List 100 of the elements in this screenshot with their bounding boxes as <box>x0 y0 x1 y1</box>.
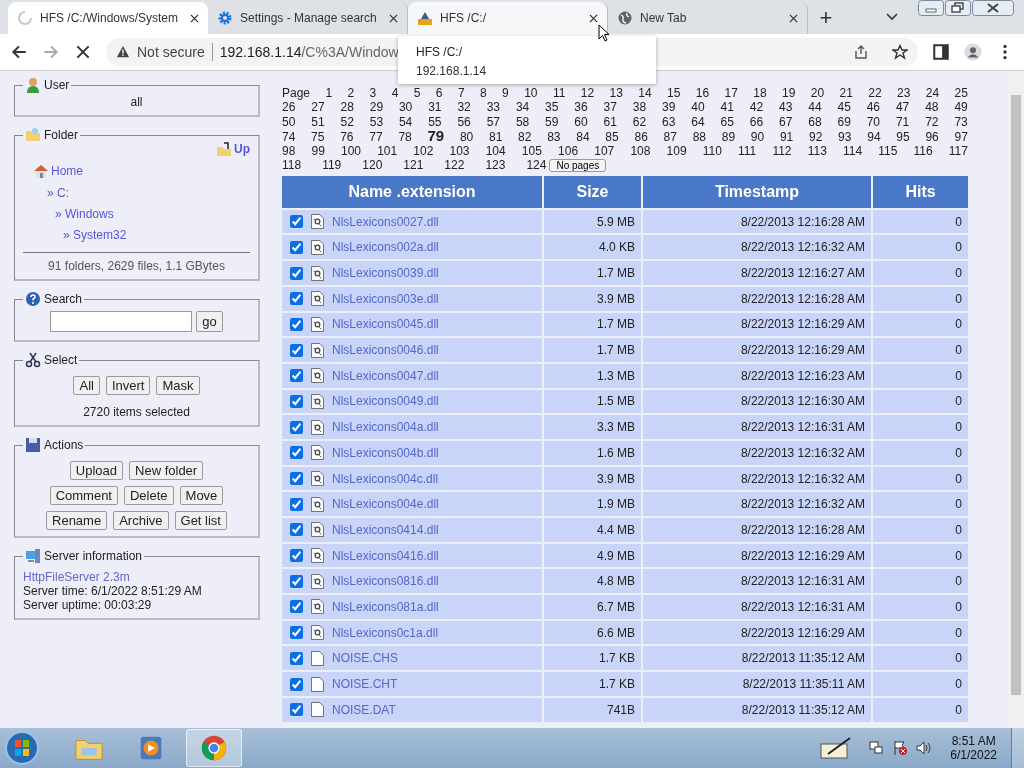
row-checkbox[interactable] <box>290 600 303 614</box>
start-button[interactable] <box>4 730 40 766</box>
column-header[interactable]: Timestamp <box>643 175 871 208</box>
column-header[interactable]: Hits <box>873 175 968 208</box>
page-link[interactable]: 54 <box>398 114 413 129</box>
row-checkbox[interactable] <box>290 626 303 640</box>
action-button[interactable]: Comment <box>49 486 118 505</box>
page-link[interactable]: 50 <box>282 114 296 129</box>
up-link[interactable]: Up <box>234 142 250 156</box>
page-link[interactable]: 35 <box>545 100 559 115</box>
page-link[interactable]: 109 <box>666 144 687 159</box>
select-button[interactable]: Invert <box>105 376 151 395</box>
page-link[interactable]: 88 <box>692 129 706 145</box>
file-link[interactable]: NOISE.DAT <box>332 702 396 717</box>
row-checkbox[interactable] <box>290 497 303 511</box>
page-link[interactable]: 115 <box>878 144 898 159</box>
close-tab-icon[interactable] <box>389 13 398 23</box>
page-link[interactable]: 89 <box>721 129 736 145</box>
page-link[interactable]: 111 <box>738 144 757 159</box>
breadcrumb-link[interactable]: Home <box>51 164 83 178</box>
column-header[interactable]: Name .extension <box>282 175 542 208</box>
page-link[interactable]: 68 <box>808 114 822 129</box>
page-link[interactable]: 23 <box>897 86 911 101</box>
page-link[interactable]: 112 <box>772 144 792 159</box>
close-tab-icon[interactable] <box>789 13 798 23</box>
row-checkbox[interactable] <box>290 446 303 460</box>
page-link[interactable]: 38 <box>632 100 647 115</box>
page-link[interactable]: 20 <box>810 86 825 101</box>
page-link[interactable]: 78 <box>398 129 412 145</box>
stop-icon[interactable] <box>74 43 92 61</box>
action-button[interactable]: Upload <box>69 461 124 480</box>
no-pages-button[interactable]: No pages <box>549 159 607 173</box>
page-link[interactable]: 63 <box>662 114 676 129</box>
page-link[interactable]: 60 <box>574 114 588 129</box>
page-link[interactable]: 61 <box>603 114 617 129</box>
page-link[interactable]: 120 <box>362 158 383 173</box>
page-link[interactable]: 7 <box>457 86 465 101</box>
page-link[interactable]: 58 <box>515 114 530 129</box>
page-link[interactable]: 57 <box>486 114 500 129</box>
breadcrumb-link[interactable]: » System32 <box>33 228 250 242</box>
action-button[interactable]: Rename <box>46 511 108 530</box>
page-link[interactable]: 87 <box>663 129 677 145</box>
page-link[interactable]: 107 <box>594 144 615 159</box>
page-link[interactable]: 75 <box>311 129 325 145</box>
page-link[interactable]: 44 <box>808 100 822 115</box>
clock-time[interactable]: 8:51 AM <box>951 734 996 748</box>
page-link[interactable]: 13 <box>609 86 623 101</box>
page-link[interactable]: 101 <box>377 144 398 159</box>
page-link[interactable]: 95 <box>896 129 910 145</box>
row-checkbox[interactable] <box>290 394 303 408</box>
page-link[interactable]: 113 <box>807 144 827 159</box>
tab-search-caret-icon[interactable] <box>886 13 898 21</box>
page-link[interactable]: 97 <box>954 129 968 145</box>
page-link[interactable]: 16 <box>695 86 710 101</box>
page-link[interactable]: 104 <box>485 144 506 159</box>
page-link[interactable]: 116 <box>913 144 933 159</box>
page-link[interactable]: 121 <box>403 158 424 173</box>
page-link[interactable]: 51 <box>311 114 325 129</box>
row-checkbox[interactable] <box>290 317 303 331</box>
page-link[interactable]: 27 <box>311 100 325 115</box>
go-button[interactable]: go <box>196 311 223 332</box>
page-link[interactable]: 85 <box>605 129 619 145</box>
row-checkbox[interactable] <box>290 215 303 229</box>
folder-up-icon[interactable] <box>216 141 232 157</box>
page-link[interactable]: 31 <box>428 100 442 115</box>
action-button[interactable]: Archive <box>113 511 169 530</box>
page-link[interactable]: 102 <box>413 144 434 159</box>
row-checkbox[interactable] <box>290 651 303 665</box>
page-link[interactable]: 53 <box>369 114 384 129</box>
page-link[interactable]: 66 <box>749 114 764 129</box>
page-link[interactable]: 124 <box>526 158 547 173</box>
page-link[interactable]: 83 <box>547 129 561 145</box>
page-link[interactable]: 24 <box>925 86 940 101</box>
page-link[interactable]: 47 <box>895 100 910 115</box>
page-link[interactable]: 100 <box>341 144 362 159</box>
back-icon[interactable] <box>10 43 28 61</box>
page-link[interactable]: 122 <box>444 158 465 173</box>
page-link[interactable]: 56 <box>457 114 471 129</box>
page-link[interactable]: 9 <box>502 86 509 101</box>
page-link[interactable]: 4 <box>391 86 399 101</box>
close-window-icon[interactable] <box>972 0 1014 16</box>
page-link[interactable]: 103 <box>449 144 470 159</box>
page-link[interactable]: 26 <box>282 100 296 115</box>
row-checkbox[interactable] <box>290 677 303 691</box>
page-link[interactable]: 84 <box>576 129 590 145</box>
browser-tab[interactable]: HFS /C:/ <box>408 2 608 34</box>
page-link[interactable]: 82 <box>518 129 532 145</box>
breadcrumb-link[interactable]: » C: <box>33 186 250 200</box>
file-link[interactable]: NOISE.CHS <box>332 651 398 666</box>
page-link[interactable]: 77 <box>369 129 383 145</box>
page-link[interactable]: 45 <box>837 100 851 115</box>
page-link[interactable]: 73 <box>954 114 968 129</box>
row-checkbox[interactable] <box>290 420 303 434</box>
page-link[interactable]: 117 <box>948 144 968 159</box>
page-link[interactable]: 19 <box>782 86 796 101</box>
breadcrumb-link[interactable]: » Windows <box>33 207 250 221</box>
new-tab-button[interactable]: + <box>808 2 844 34</box>
row-checkbox[interactable] <box>290 266 303 280</box>
page-link[interactable]: 114 <box>842 144 863 159</box>
action-button[interactable]: New folder <box>129 461 204 480</box>
